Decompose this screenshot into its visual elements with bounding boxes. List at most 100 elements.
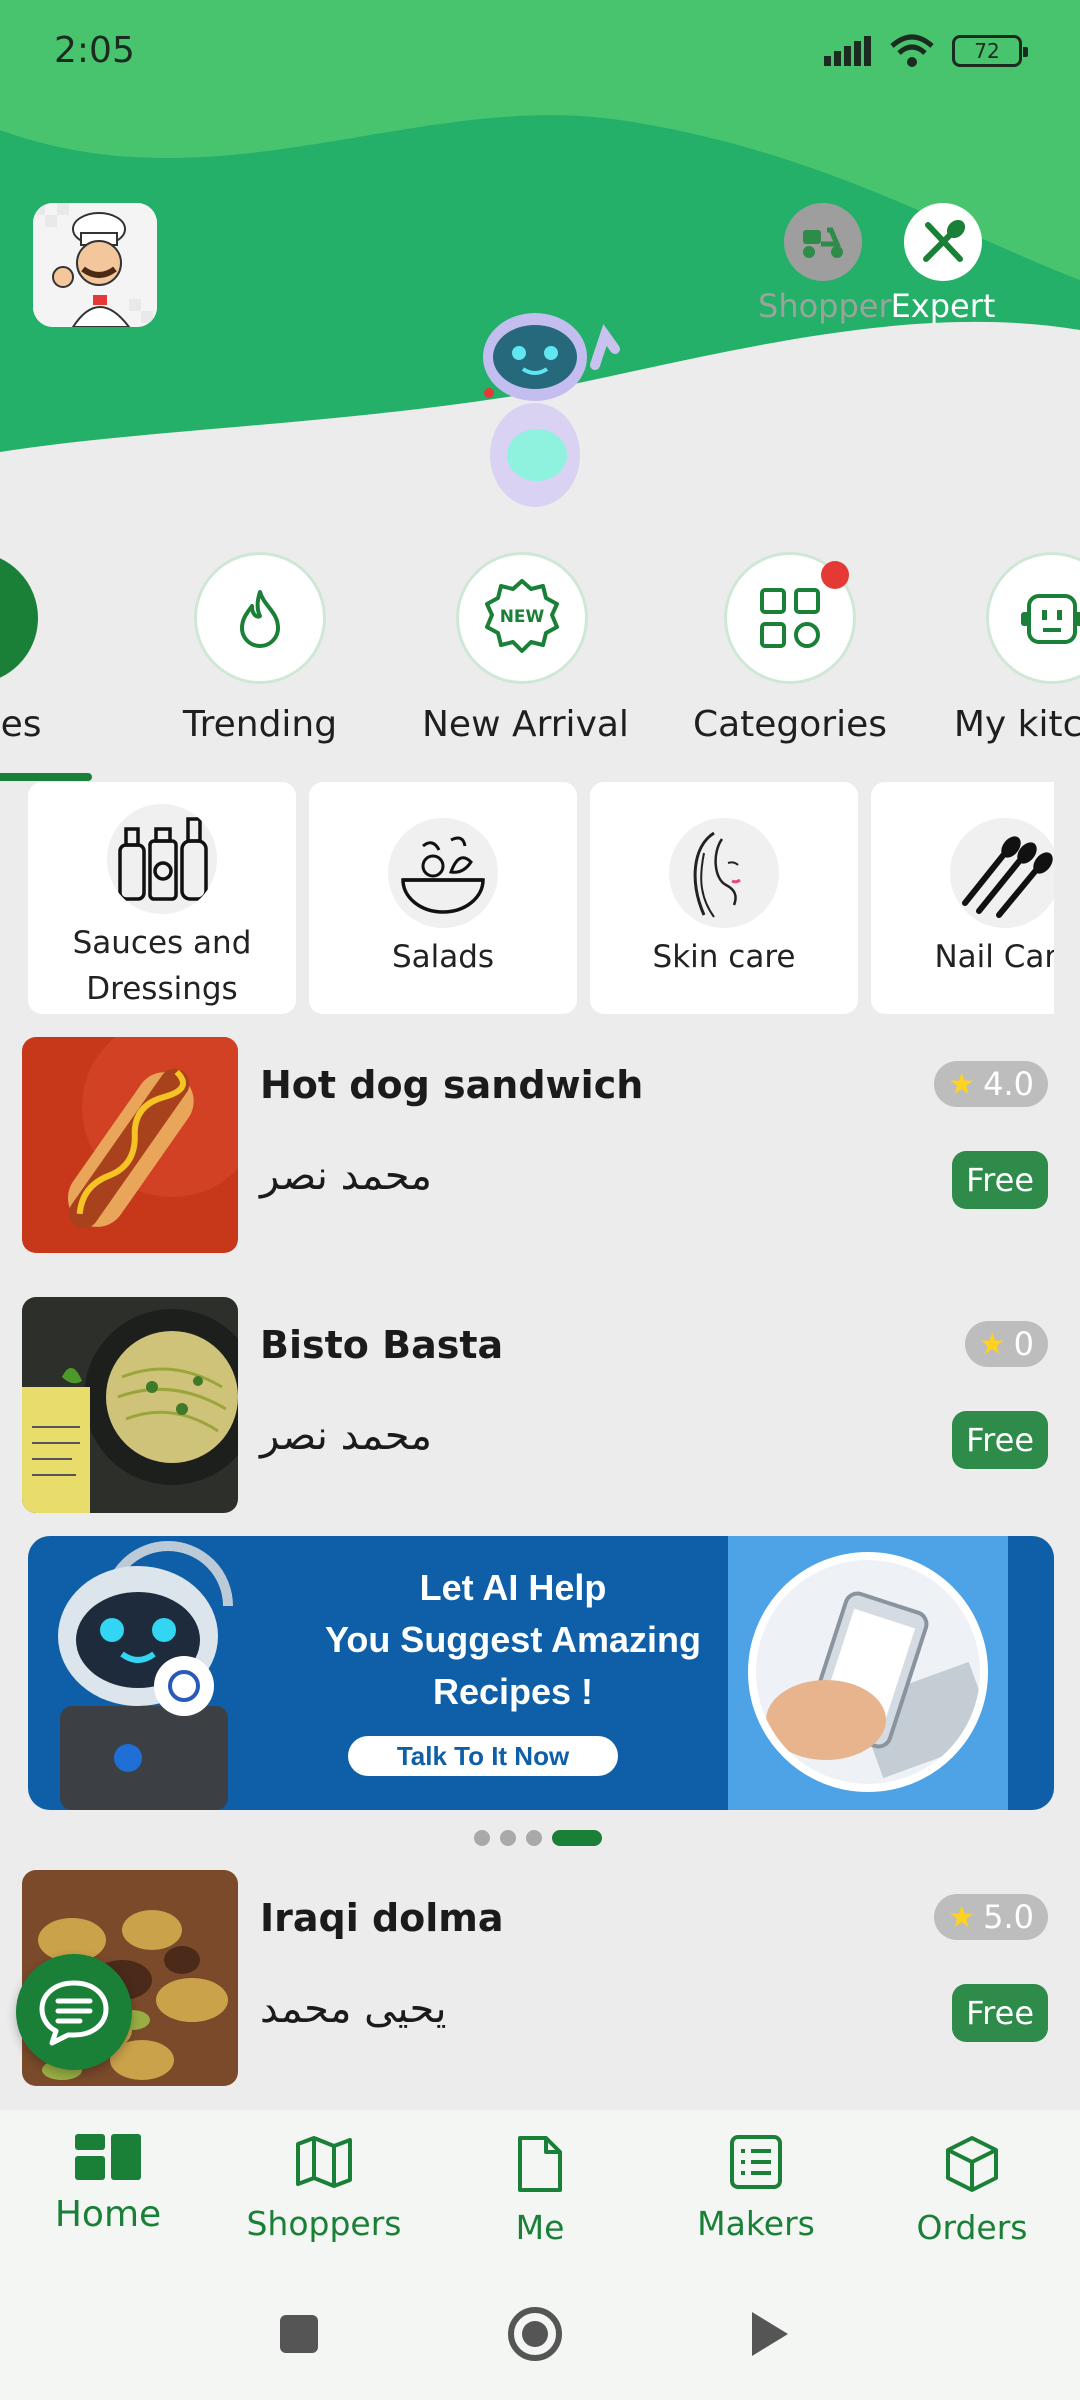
status-time: 2:05 (54, 30, 135, 71)
recipe-card[interactable]: Hot dog sandwich محمد نصر ★ 4.0 Free (22, 1037, 1062, 1255)
category-label: Trending (182, 704, 338, 745)
grid-icon (724, 552, 856, 684)
category-categories[interactable]: Categories (690, 552, 890, 745)
carousel-dot-active[interactable] (552, 1830, 602, 1846)
star-icon: ★ (948, 1066, 976, 1102)
sauce-bottles-icon (107, 804, 217, 914)
nav-label: Me (515, 2208, 565, 2247)
recipe-thumbnail (22, 1297, 238, 1513)
carousel-dot[interactable] (474, 1830, 490, 1846)
nav-shoppers[interactable]: Shoppers (224, 2134, 424, 2243)
nav-label: Makers (697, 2204, 815, 2243)
map-icon (296, 2136, 352, 2188)
battery-icon: 72 (952, 35, 1028, 67)
category-row: Recipes Trending NEW New Arrival Categor… (0, 552, 1080, 782)
price-badge: Free (952, 1151, 1048, 1209)
shopper-toggle[interactable]: Shopper (758, 203, 892, 325)
banner-headline: Let AI Help You Suggest Amazing Recipes … (318, 1562, 708, 1718)
subcategory-label: Salads (391, 939, 495, 975)
subcategory-salads[interactable]: Salads (309, 782, 577, 1014)
app-logo[interactable] (33, 203, 157, 327)
nail-polish-icon (950, 818, 1054, 928)
woman-face-icon (669, 818, 779, 928)
nav-makers[interactable]: Makers (656, 2134, 856, 2243)
active-tab-indicator (0, 773, 92, 781)
recipe-title: Iraqi dolma (260, 1896, 504, 1940)
rating-badge: ★ 4.0 (934, 1061, 1048, 1107)
banner-line: Let AI Help (419, 1567, 607, 1608)
subcategory-row: Sauces and Dressings Salads Skin care Na… (28, 782, 1054, 1014)
recipe-card[interactable]: Iraqi dolma يحيى محمد ★ 5.0 Free (22, 1870, 1062, 2088)
robot-headset-icon (58, 1541, 233, 1810)
carousel-dot[interactable] (500, 1830, 516, 1846)
nav-label: Orders (916, 2208, 1028, 2247)
recipe-thumbnail (22, 1037, 238, 1253)
recipe-author: يحيى محمد (260, 1986, 447, 2032)
new-badge-text: NEW (500, 607, 545, 627)
category-recipes[interactable]: Recipes (0, 552, 72, 745)
category-my-kitchen[interactable]: My kitchen (952, 552, 1080, 745)
home-system-button[interactable] (508, 2307, 562, 2361)
nav-me[interactable]: Me (440, 2134, 640, 2247)
category-trending[interactable]: Trending (160, 552, 360, 745)
price-badge: Free (952, 1984, 1048, 2042)
system-navigation-bar (0, 2290, 1080, 2400)
list-icon (730, 2135, 782, 2189)
flame-icon (194, 552, 326, 684)
rating-value: 5.0 (983, 1898, 1034, 1936)
category-label: Recipes (0, 704, 42, 745)
rating-badge: ★ 0 (964, 1321, 1048, 1367)
recipe-card[interactable]: Bisto Basta محمد نصر ★ 0 Free (22, 1297, 1062, 1515)
clipboard-icon (0, 552, 38, 684)
star-icon: ★ (978, 1326, 1006, 1362)
subcategory-sauces[interactable]: Sauces and Dressings (28, 782, 296, 1014)
chat-bubble-icon (39, 1980, 109, 2046)
signal-icon (824, 36, 871, 66)
carousel-dot[interactable] (526, 1830, 542, 1846)
recents-button[interactable] (280, 2315, 318, 2353)
ai-promo-banner[interactable]: Let AI Help You Suggest Amazing Recipes … (28, 1536, 1054, 1810)
ai-robot-mascot[interactable] (455, 305, 625, 515)
nav-label: Shoppers (246, 2204, 402, 2243)
chat-button[interactable] (16, 1954, 132, 2070)
subcategory-label: Skin care (652, 939, 796, 975)
recipe-title: Bisto Basta (260, 1323, 504, 1367)
rating-value: 0 (1013, 1325, 1034, 1363)
category-label: New Arrival (422, 704, 629, 745)
subcategory-label: Sauces and Dressings (72, 925, 252, 1007)
robot-face-icon (986, 552, 1080, 684)
subcategory-nail-care[interactable]: Nail Care (871, 782, 1054, 1014)
pasta-image (22, 1297, 238, 1513)
carousel-indicator (474, 1830, 602, 1846)
notification-dot (821, 561, 849, 589)
home-dashboard-icon (75, 2134, 141, 2180)
recipe-title: Hot dog sandwich (260, 1063, 644, 1107)
subcategory-skin-care[interactable]: Skin care (590, 782, 858, 1014)
shopper-label: Shopper (758, 287, 892, 325)
nav-label: Home (54, 2194, 162, 2235)
nav-home[interactable]: Home (8, 2134, 208, 2235)
hotdog-image (22, 1037, 238, 1253)
category-new-arrival[interactable]: NEW New Arrival (422, 552, 629, 745)
subcategory-label: Nail Care (934, 939, 1054, 975)
recipe-author: محمد نصر (260, 1413, 432, 1459)
category-label: Categories (692, 704, 888, 745)
star-icon: ★ (948, 1899, 976, 1935)
new-badge-icon: NEW (456, 552, 588, 684)
expert-toggle[interactable]: Expert (878, 203, 1008, 325)
robot-icon (483, 313, 620, 507)
salad-bowl-icon (388, 818, 498, 928)
talk-to-ai-button[interactable]: Talk To It Now (348, 1736, 618, 1776)
rating-value: 4.0 (983, 1065, 1034, 1103)
scooter-icon (784, 203, 862, 281)
recipe-author: محمد نصر (260, 1153, 432, 1199)
banner-line: Recipes ! (432, 1671, 594, 1712)
expert-label: Expert (890, 287, 996, 325)
bottom-navigation: Home Shoppers Me Makers Orders (0, 2110, 1080, 2290)
utensils-icon (904, 203, 982, 281)
nav-orders[interactable]: Orders (872, 2134, 1072, 2247)
box-icon (946, 2136, 998, 2192)
category-label: My kitchen (953, 704, 1080, 745)
back-button[interactable] (752, 2312, 788, 2356)
status-bar: 2:05 72 (0, 0, 1080, 100)
